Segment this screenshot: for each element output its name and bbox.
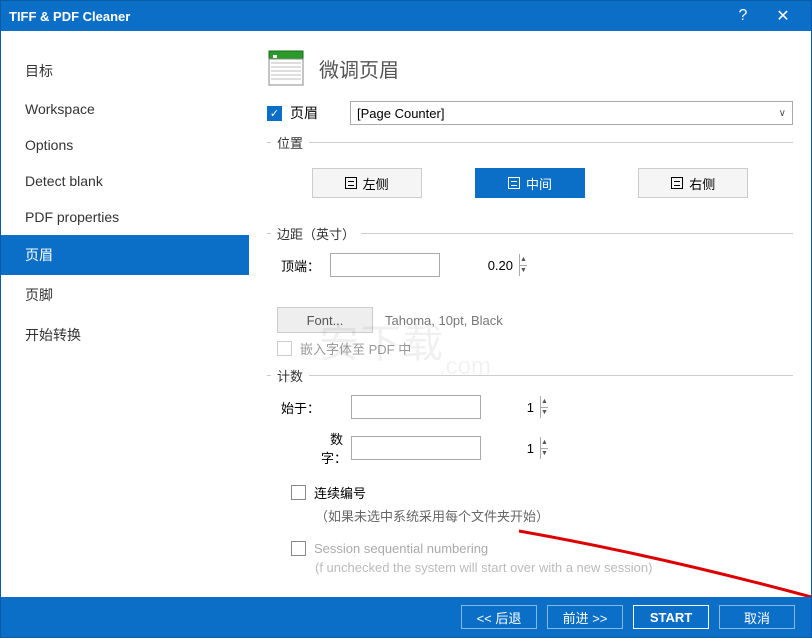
margin-top-spinner[interactable]: ▲ ▼ [330,253,440,277]
spin-up-icon[interactable]: ▲ [520,254,527,266]
spin-down-icon[interactable]: ▼ [541,449,548,460]
count-start-spinner[interactable]: ▲▼ [351,395,481,419]
position-left-button[interactable]: 左侧 [312,168,422,198]
align-left-icon [345,177,357,189]
sidebar-item-target[interactable]: 目标 [1,51,249,91]
count-group: 计数 始于： ▲▼ 数字： ▲▼ 连续编号 [267,366,793,589]
titlebar: TIFF & PDF Cleaner ? ✕ [1,1,811,31]
position-group: 位置 左侧 中间 右侧 [267,133,793,218]
start-button[interactable]: START [633,605,709,629]
count-legend: 计数 [271,366,309,385]
font-button[interactable]: Font... [277,307,373,333]
count-start-label: 始于： [281,398,351,417]
footer: << 后退 前进 >> START 取消 [1,597,811,637]
page-title: 微调页眉 [319,54,399,83]
count-digits-input[interactable] [352,441,540,456]
sidebar-item-footer[interactable]: 页脚 [1,275,249,315]
forward-button[interactable]: 前进 >> [547,605,623,629]
content-dropdown[interactable]: [Page Counter] ∨ [350,101,793,125]
sidebar-item-options[interactable]: Options [1,127,249,163]
spin-up-icon[interactable]: ▲ [541,437,548,449]
enable-header-label: 页眉 [290,103,318,123]
header-icon [267,49,307,87]
sequential-hint: （如果未选中系统采用每个文件夹开始） [315,506,789,525]
margin-top-input[interactable] [331,258,519,273]
spin-down-icon[interactable]: ▼ [541,408,548,419]
sequential-numbering-label: 连续编号 [314,483,366,502]
margins-legend: 边距（英寸） [271,224,361,243]
count-digits-spinner[interactable]: ▲▼ [351,436,481,460]
content-dropdown-value: [Page Counter] [357,106,444,121]
margin-top-label: 顶端： [281,256,320,275]
position-legend: 位置 [271,133,309,152]
position-center-button[interactable]: 中间 [475,168,585,198]
spin-down-icon[interactable]: ▼ [520,266,527,277]
window-title: TIFF & PDF Cleaner [9,9,723,24]
align-center-icon [508,177,520,189]
align-right-icon [671,177,683,189]
count-start-input[interactable] [352,400,540,415]
session-sequential-hint: (f unchecked the system will start over … [315,560,789,575]
margins-group: 边距（英寸） 顶端： ▲ ▼ [267,224,793,291]
sidebar-item-workspace[interactable]: Workspace [1,91,249,127]
spin-up-icon[interactable]: ▲ [541,396,548,408]
help-button[interactable]: ? [723,1,763,31]
sequential-numbering-checkbox[interactable] [291,485,306,500]
back-button[interactable]: << 后退 [461,605,537,629]
font-info-label: Tahoma, 10pt, Black [385,313,503,328]
embed-font-label: 嵌入字体至 PDF 中 [300,339,411,358]
main-panel: 微调页眉 ✓ 页眉 [Page Counter] ∨ 位置 左侧 [249,31,811,597]
cancel-button[interactable]: 取消 [719,605,795,629]
enable-header-checkbox[interactable]: ✓ [267,106,282,121]
embed-font-checkbox[interactable] [277,341,292,356]
sidebar: 目标 Workspace Options Detect blank PDF pr… [1,31,249,597]
session-sequential-checkbox [291,541,306,556]
sidebar-item-pdf-properties[interactable]: PDF properties [1,199,249,235]
session-sequential-label: Session sequential numbering [314,541,488,556]
sidebar-item-header[interactable]: 页眉 [1,235,249,275]
count-digits-label: 数字： [321,429,351,467]
chevron-down-icon: ∨ [779,108,786,119]
sidebar-item-start-convert[interactable]: 开始转换 [1,315,249,355]
sidebar-item-detect-blank[interactable]: Detect blank [1,163,249,199]
position-right-button[interactable]: 右侧 [638,168,748,198]
close-button[interactable]: ✕ [763,1,803,31]
